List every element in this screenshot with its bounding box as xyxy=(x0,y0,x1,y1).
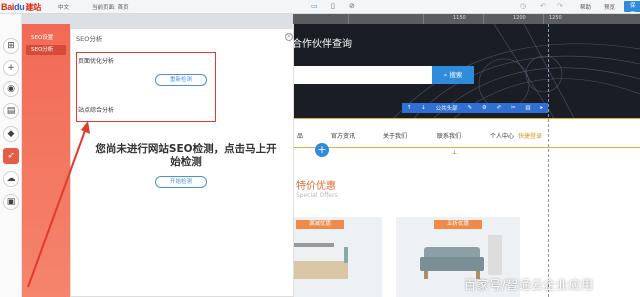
component-toolbar[interactable]: ↑ ↓ 公共头部 ✎ ⚙ ✐ ✂ ▥ ▸ xyxy=(402,103,548,113)
seo-side-nav: SEO设置 SEO分析 xyxy=(22,24,70,297)
product-card[interactable]: 满减优惠 xyxy=(294,217,382,297)
add-section-button[interactable]: + xyxy=(315,143,329,157)
undo-icon[interactable]: ↶ xyxy=(540,2,546,10)
guide-line xyxy=(548,24,549,297)
left-tool-bar: ⊞ + ◉ ▤ ◆ ➶ ☁ ▣ xyxy=(0,14,22,297)
card-tag: 五折优惠 xyxy=(434,220,482,229)
desktop-icon[interactable]: ▭ xyxy=(311,2,318,10)
baidu-jianzhan-logo: Bai du 建站 xyxy=(1,2,41,12)
page-optimization-label: 页面优化分析 xyxy=(78,58,115,65)
hero-banner: 合作伙伴查询 ⌕ 搜索 ↑ ↓ 公共头部 ✎ ⚙ ✐ ✂ ▥ ▸ xyxy=(294,24,640,118)
quick-login-link[interactable]: 快捷登录 xyxy=(518,131,542,140)
form-icon[interactable]: ▣ xyxy=(3,194,19,210)
search-button[interactable]: ⌕ 搜索 xyxy=(432,66,474,84)
site-nav: 品 官方资讯 关于我们 联系我们 个人中心 快捷登录 xyxy=(294,118,640,148)
page-icon[interactable]: ▤ xyxy=(3,103,19,119)
panel-title: SEO分析 xyxy=(76,35,103,43)
recheck-button[interactable]: 重新检测 xyxy=(155,74,207,86)
nav-item[interactable]: 联系我们 xyxy=(437,131,461,140)
start-check-button[interactable]: 开始检测 xyxy=(155,176,207,188)
brush-icon[interactable]: ✂ xyxy=(511,105,516,111)
seo-empty-message: 您尚未进行网站SEO检测，点击马上开始检测 xyxy=(95,143,277,168)
fish-icon[interactable]: ◆ xyxy=(3,126,19,142)
site-analysis-label: 站点综合分析 xyxy=(78,107,115,114)
language-select[interactable]: 中文 xyxy=(58,3,69,11)
download-icon[interactable]: ⊥ xyxy=(452,149,457,156)
help-button[interactable]: 帮助 xyxy=(580,3,591,11)
seo-analysis-panel: SEO分析 × 页面优化分析 重新检测 站点综合分析 您尚未进行网站SEO检测，… xyxy=(70,28,294,297)
more-icon[interactable]: ▸ xyxy=(540,105,543,111)
nav-item[interactable]: 关于我们 xyxy=(383,131,407,140)
seo-settings-item[interactable]: SEO设置 xyxy=(26,33,66,43)
move-up-icon[interactable]: ↑ xyxy=(407,105,412,111)
tv-cabinet-image xyxy=(294,243,348,279)
cloud-upload-icon[interactable]: ☁ xyxy=(3,171,19,187)
watermark: 百家号/智通云企业应用 xyxy=(464,278,594,292)
ruler-label: 1150 xyxy=(453,15,466,21)
redo-icon[interactable]: ↷ xyxy=(557,2,563,10)
history-icon[interactable]: ◷ xyxy=(520,2,526,10)
nav-item[interactable]: 官方资讯 xyxy=(331,131,355,140)
grid-icon[interactable]: ⊞ xyxy=(3,38,19,54)
seo-analysis-item[interactable]: SEO分析 xyxy=(26,45,66,55)
rocket-icon[interactable]: ➶ xyxy=(3,148,19,164)
move-down-icon[interactable]: ↓ xyxy=(421,105,426,111)
card-tag: 满减优惠 xyxy=(296,220,344,229)
hero-title: 合作伙伴查询 xyxy=(294,39,352,50)
nav-item[interactable]: 品 xyxy=(297,131,303,140)
top-bar: Baidu建站 中文 当前页面: 首页 ▭ ▯ ⊘ ◷ ↶ ↷ 帮助 预览 保存 xyxy=(0,0,640,18)
preview-button[interactable]: 预览 xyxy=(604,3,615,11)
style-icon[interactable]: ✐ xyxy=(497,105,502,111)
partner-search-input[interactable] xyxy=(294,66,432,84)
section-subtitle: Special Offers xyxy=(296,192,338,199)
page-select[interactable]: 当前页面: 首页 xyxy=(92,3,129,11)
ruler-label: 1250 xyxy=(549,15,562,21)
section-title: 特价优惠 xyxy=(296,181,336,192)
toolbar-label: 公共头部 xyxy=(435,106,458,112)
ruler: 1150 1200 1250 xyxy=(293,14,640,24)
save-button[interactable]: 保存 xyxy=(624,1,640,18)
mobile-icon[interactable]: ▯ xyxy=(331,2,335,10)
ruler-label: 1200 xyxy=(513,15,526,21)
compass-icon[interactable]: ⊘ xyxy=(349,2,355,10)
site-preview: 合作伙伴查询 ⌕ 搜索 ↑ ↓ 公共头部 ✎ ⚙ ✐ ✂ ▥ ▸ 品 官方资讯 … xyxy=(294,24,640,297)
settings-icon[interactable]: ⚙ xyxy=(482,105,487,111)
close-icon[interactable]: × xyxy=(285,33,293,41)
edit-icon[interactable]: ✎ xyxy=(467,105,472,111)
add-icon[interactable]: + xyxy=(3,60,19,76)
delete-icon[interactable]: ▥ xyxy=(525,105,530,111)
search-icon: ⌕ xyxy=(443,71,448,79)
nav-item[interactable]: 个人中心 xyxy=(490,131,514,140)
eye-icon[interactable]: ◉ xyxy=(3,81,19,97)
